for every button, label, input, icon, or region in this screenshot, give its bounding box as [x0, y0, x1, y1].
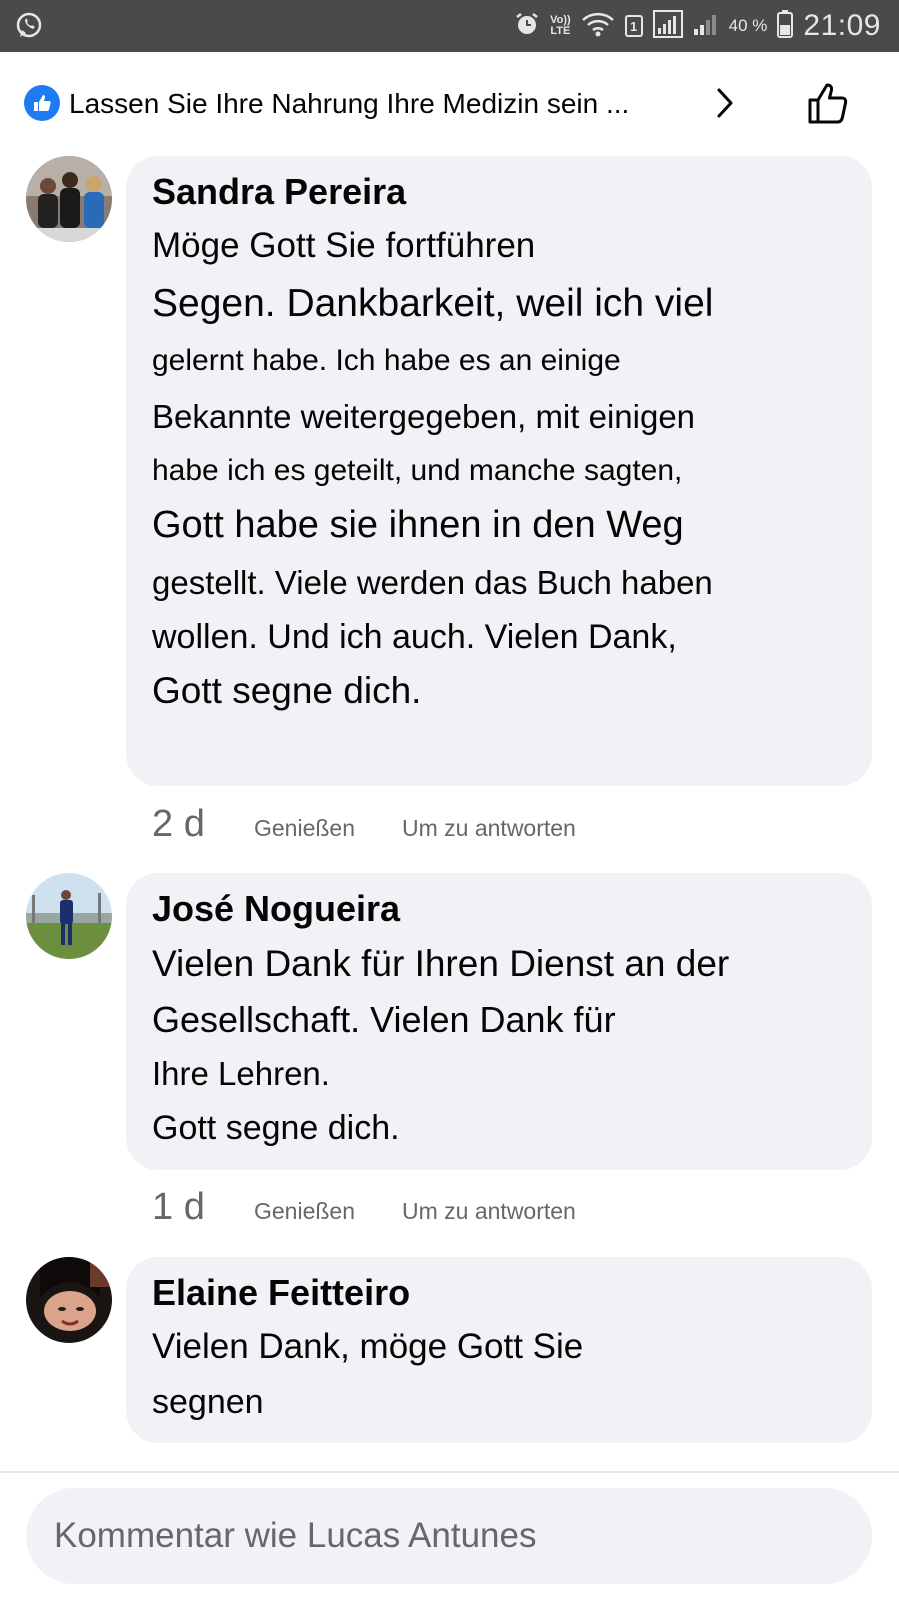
like-badge-icon [24, 85, 60, 121]
lte-label: LTE [550, 25, 571, 37]
volte-icon: Vo)) LTE [550, 15, 571, 37]
comment-bubble[interactable]: Elaine Feitteiro Vielen Dank, möge Gott … [126, 1257, 872, 1443]
comment-text-line: gestellt. Viele werden das Buch haben [152, 564, 713, 601]
alarm-icon [514, 11, 540, 42]
comment-text-line: Gott segne dich. [152, 670, 422, 711]
like-comment-button[interactable]: Genießen [254, 815, 402, 842]
battery-percent: 40 % [728, 16, 768, 35]
thumbs-up-icon[interactable] [806, 80, 854, 128]
comment-bubble[interactable]: Sandra Pereira Möge Gott Sie fortführen … [126, 156, 872, 786]
comment-text-line: wollen. Und ich auch. Vielen Dank, [152, 618, 677, 656]
comment-text-line: Segen. Dankbarkeit, weil ich viel [152, 282, 714, 325]
wifi-icon [581, 11, 615, 42]
reply-button[interactable]: Um zu antworten [402, 1198, 576, 1225]
avatar[interactable] [26, 1257, 112, 1343]
comment-author[interactable]: Sandra Pereira [152, 171, 406, 213]
comment-text-line: Gott habe sie ihnen in den Weg [152, 504, 684, 546]
comment-input[interactable] [54, 1510, 844, 1562]
comment-bubble[interactable]: José Nogueira Vielen Dank für Ihren Dien… [126, 873, 872, 1170]
comment-time: 2 d [152, 803, 205, 845]
whatsapp-icon [14, 11, 44, 46]
signal-icon [652, 9, 683, 43]
chevron-right-icon[interactable] [712, 85, 738, 121]
comment-time: 1 d [152, 1186, 205, 1228]
status-bar: Vo)) LTE 1 40 % 21:09 [0, 0, 899, 52]
avatar[interactable] [26, 873, 112, 959]
divider [0, 1471, 899, 1473]
comment-text-line: segnen [152, 1383, 264, 1421]
comment-meta: 1 d Genießen Um zu antworten [152, 1186, 576, 1229]
comment-text-line: Ihre Lehren. [152, 1055, 330, 1092]
comment-text-line: Vielen Dank, möge Gott Sie [152, 1327, 584, 1366]
signal-weak-icon [693, 11, 719, 42]
like-comment-button[interactable]: Genießen [254, 1198, 402, 1225]
sim-icon: 1 [624, 15, 643, 37]
post-header[interactable]: Lassen Sie Ihre Nahrung Ihre Medizin sei… [0, 52, 899, 152]
comment-text-line: Bekannte weitergegeben, mit einigen [152, 398, 696, 435]
clock: 21:09 [803, 9, 881, 42]
comment-author[interactable]: Elaine Feitteiro [152, 1272, 410, 1314]
comment-composer[interactable] [26, 1488, 872, 1584]
comment-meta: 2 d Genießen Um zu antworten [152, 803, 576, 846]
comment-text-line: gelernt habe. Ich habe es an einige [152, 344, 621, 377]
reply-button[interactable]: Um zu antworten [402, 815, 576, 842]
battery-icon [777, 9, 794, 43]
comment-text-line: habe ich es geteilt, und manche sagten, [152, 454, 683, 487]
comment-text-line: Gott segne dich. [152, 1109, 400, 1147]
post-title[interactable]: Lassen Sie Ihre Nahrung Ihre Medizin sei… [69, 88, 629, 120]
comment-author[interactable]: José Nogueira [152, 888, 400, 930]
comment-text-line: Vielen Dank für Ihren Dienst an der [152, 943, 730, 984]
avatar[interactable] [26, 156, 112, 242]
comment-text-line: Gesellschaft. Vielen Dank für [152, 999, 616, 1040]
comment-text-line: Möge Gott Sie fortführen [152, 226, 536, 265]
